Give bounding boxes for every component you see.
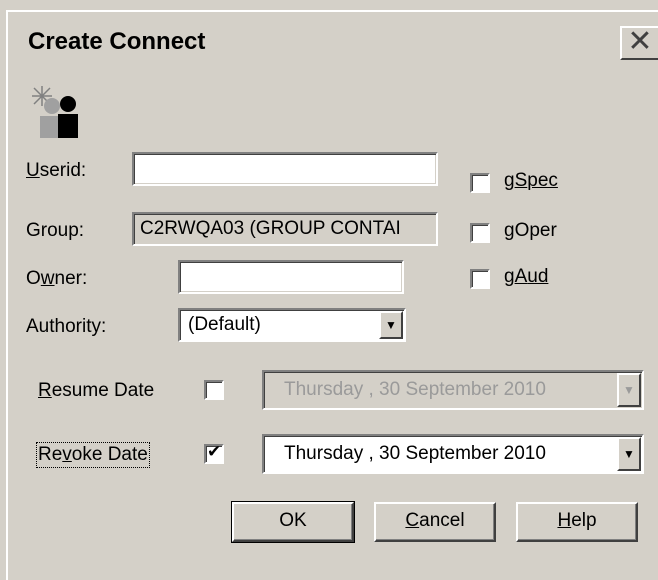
owner-input[interactable] [178, 260, 404, 294]
group-field: C2RWQA03 (GROUP CONTAI [132, 212, 438, 246]
create-connect-dialog: Create Connect ✕ Userid: gSpec Group: C2… [6, 10, 658, 580]
revoke-date-value: Thursday , 30 September 2010 [284, 443, 546, 464]
title-bar[interactable]: Create Connect ✕ [8, 12, 658, 74]
resume-date-label: Resume Date [38, 380, 155, 401]
chevron-down-icon[interactable]: ▼ [379, 311, 403, 339]
chevron-down-icon[interactable]: ▼ [617, 437, 641, 471]
close-button[interactable]: ✕ [620, 26, 658, 60]
resume-date-checkbox[interactable] [204, 380, 224, 400]
cancel-button[interactable]: Cancel [374, 502, 496, 542]
revoke-date-checkbox[interactable]: ✔ [204, 442, 224, 464]
group-label: Group: [26, 220, 85, 241]
close-icon: ✕ [627, 25, 653, 58]
authority-label: Authority: [26, 316, 107, 337]
authority-selected-value: (Default) [188, 314, 261, 335]
gaud-label: gAud [504, 266, 549, 287]
gaud-checkbox[interactable] [470, 269, 490, 289]
revoke-date-picker[interactable]: Thursday , 30 September 2010 ▼ [262, 434, 644, 474]
help-button[interactable]: Help [516, 502, 638, 542]
window-title: Create Connect [28, 28, 206, 55]
userid-label: Userid: [26, 160, 87, 181]
revoke-date-label: Revoke Date [36, 442, 150, 468]
userid-input[interactable] [132, 152, 438, 186]
authority-select[interactable]: (Default) ▼ [178, 308, 406, 342]
goper-label: gOper [504, 220, 557, 241]
owner-label: Owner: [26, 268, 88, 289]
chevron-down-icon: ▼ [617, 373, 641, 407]
ok-button[interactable]: OK [231, 501, 355, 543]
resume-date-value: Thursday , 30 September 2010 [284, 379, 546, 400]
gspec-checkbox[interactable] [470, 173, 490, 193]
goper-checkbox[interactable] [470, 223, 490, 243]
checkmark-icon: ✔ [207, 442, 222, 461]
connect-users-icon [32, 86, 78, 138]
resume-date-picker: Thursday , 30 September 2010 ▼ [262, 370, 644, 410]
gspec-label: gSpec [504, 170, 558, 191]
